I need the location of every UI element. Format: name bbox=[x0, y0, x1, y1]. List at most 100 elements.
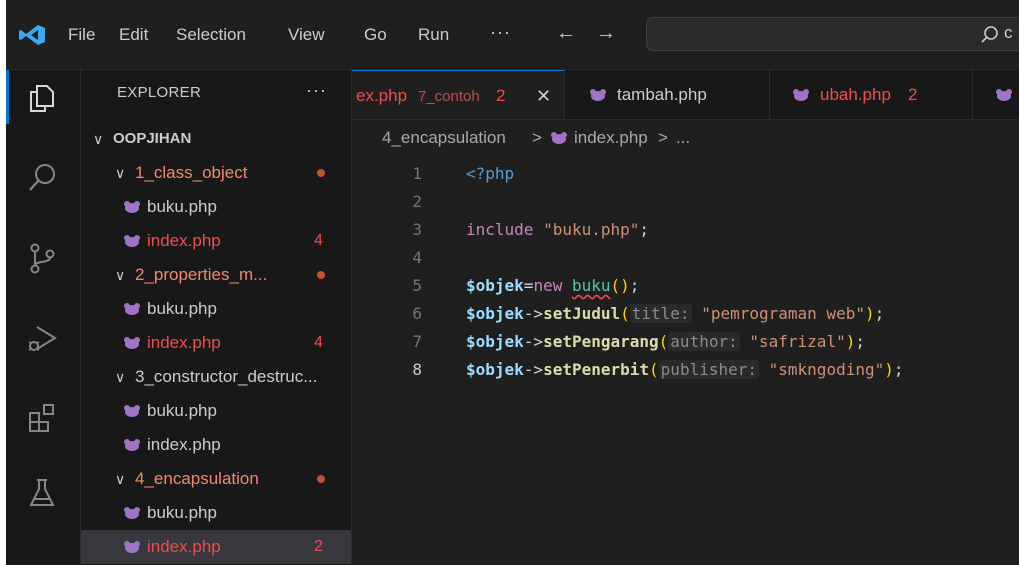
forward-arrow-icon[interactable]: → bbox=[596, 22, 616, 45]
problem-count-badge: 2 bbox=[314, 538, 323, 555]
extensions-icon bbox=[29, 404, 54, 432]
tab-tambah-php[interactable]: tambah.php bbox=[565, 70, 770, 119]
code-line[interactable]: $objek=new buku(); bbox=[466, 272, 639, 300]
tab-index-php[interactable]: ex.php 7_contoh 2 ✕ bbox=[352, 70, 565, 119]
chevron-down-icon: ∨ bbox=[115, 471, 126, 487]
folder-row[interactable]: ∨ 2_properties_m... bbox=[81, 258, 351, 292]
run-debug-icon bbox=[28, 326, 57, 351]
code-token: ; bbox=[629, 276, 640, 295]
code-token: setPengarang bbox=[543, 332, 659, 351]
file-label: buku.php bbox=[147, 503, 217, 522]
modified-dot-icon bbox=[317, 169, 325, 177]
close-icon[interactable]: ✕ bbox=[536, 71, 551, 119]
vscode-window: File Edit Selection View Go Run ··· ← → … bbox=[6, 0, 1019, 565]
code-line[interactable]: $objek->setPengarang(author: "safrizal")… bbox=[466, 328, 865, 356]
code-token: ) bbox=[884, 360, 894, 379]
code-token: $objek bbox=[466, 304, 524, 323]
php-file-icon bbox=[124, 235, 140, 247]
command-center-search[interactable]: c bbox=[646, 17, 1019, 51]
file-label: buku.php bbox=[147, 401, 217, 420]
chevron-down-icon: ∨ bbox=[93, 131, 104, 147]
folder-row[interactable]: ∨ 1_class_object bbox=[81, 156, 351, 190]
code-token: ; bbox=[639, 220, 650, 239]
file-row[interactable]: index.php 4 bbox=[81, 326, 351, 360]
modified-dot-icon bbox=[317, 271, 325, 279]
code-token: -> bbox=[523, 332, 544, 351]
code-line[interactable]: $objek->setPenerbit(publisher: "smkngodi… bbox=[466, 356, 904, 384]
workspace-root-label: OOPJIHAN bbox=[113, 130, 192, 147]
menu-selection[interactable]: Selection bbox=[176, 24, 246, 46]
problem-count-badge: 4 bbox=[314, 334, 323, 351]
tab-overflow[interactable] bbox=[973, 70, 1019, 119]
search-icon bbox=[981, 26, 998, 43]
chevron-down-icon: ∨ bbox=[115, 369, 126, 385]
line-number: 7 bbox=[412, 332, 422, 351]
code-token: ( bbox=[658, 332, 669, 351]
line-number: 6 bbox=[412, 304, 422, 323]
code-token: ( bbox=[649, 360, 659, 379]
back-arrow-icon[interactable]: ← bbox=[556, 22, 576, 45]
menu-edit[interactable]: Edit bbox=[119, 24, 148, 46]
breadcrumb-file[interactable]: index.php bbox=[574, 125, 648, 151]
folder-row[interactable]: ∨ 4_encapsulation bbox=[81, 462, 351, 496]
file-label: index.php bbox=[147, 435, 221, 454]
editor-tabs: ex.php 7_contoh 2 ✕ tambah.php ubah.php … bbox=[352, 70, 1019, 120]
menu-run[interactable]: Run bbox=[418, 24, 449, 46]
breadcrumb-folder[interactable]: 4_encapsulation bbox=[382, 125, 506, 151]
explorer-icon bbox=[30, 85, 54, 112]
more-menu-button[interactable]: ··· bbox=[490, 22, 511, 43]
explorer-activity[interactable] bbox=[6, 70, 81, 124]
file-label: buku.php bbox=[147, 197, 217, 216]
code-line[interactable]: include "buku.php"; bbox=[466, 216, 649, 244]
tab-problem-count: 2 bbox=[496, 86, 506, 105]
file-row[interactable]: index.php bbox=[81, 428, 351, 462]
menu-file[interactable]: File bbox=[68, 24, 95, 46]
source-control-activity[interactable] bbox=[6, 230, 81, 284]
code-token: "pemrograman web" bbox=[701, 304, 865, 323]
php-file-icon bbox=[124, 201, 140, 213]
explorer-more-button[interactable]: ··· bbox=[306, 80, 327, 101]
code-token: -> bbox=[523, 360, 544, 379]
php-file-icon bbox=[124, 337, 140, 349]
run-debug-activity[interactable] bbox=[6, 310, 81, 364]
file-row[interactable]: buku.php bbox=[81, 496, 351, 530]
code-token: $objek bbox=[466, 332, 524, 351]
code-token: "smkngoding" bbox=[768, 360, 885, 379]
code-token: ; bbox=[893, 360, 904, 379]
code-line[interactable]: $objek->setJudul(title: "pemrograman web… bbox=[466, 300, 884, 328]
breadcrumb-separator: > bbox=[532, 128, 542, 147]
menu-view[interactable]: View bbox=[288, 24, 325, 46]
file-label: index.php bbox=[147, 333, 221, 352]
code-token: ) bbox=[845, 332, 856, 351]
tab-label: ubah.php bbox=[820, 85, 891, 104]
folder-row[interactable]: ∨ 3_constructor_destruc... bbox=[81, 360, 351, 394]
file-row-selected[interactable]: index.php 2 bbox=[81, 530, 351, 564]
code-token: $objek bbox=[466, 276, 524, 295]
tab-problem-count: 2 bbox=[908, 85, 918, 104]
file-row[interactable]: index.php 4 bbox=[81, 224, 351, 258]
tab-ubah-php[interactable]: ubah.php 2 bbox=[770, 70, 973, 119]
line-number: 2 bbox=[412, 192, 422, 211]
testing-activity[interactable] bbox=[6, 465, 81, 519]
code-token: include bbox=[466, 220, 534, 239]
file-row[interactable]: buku.php bbox=[81, 394, 351, 428]
folder-label: 4_encapsulation bbox=[135, 469, 259, 488]
workspace-root[interactable]: ∨ OOPJIHAN bbox=[81, 122, 351, 156]
chevron-down-icon: ∨ bbox=[115, 267, 126, 283]
inlay-hint: publisher: bbox=[658, 360, 759, 379]
breadcrumb-tail[interactable]: ... bbox=[676, 125, 690, 151]
menu-go[interactable]: Go bbox=[364, 24, 387, 46]
code-line[interactable]: <?php bbox=[466, 160, 514, 188]
source-control-icon bbox=[30, 243, 55, 274]
search-activity[interactable] bbox=[6, 150, 81, 204]
file-row[interactable]: buku.php bbox=[81, 292, 351, 326]
chevron-down-icon: ∨ bbox=[115, 165, 126, 181]
explorer-sidebar: EXPLORER ··· ∨ OOPJIHAN ∨ 1_class_object… bbox=[81, 70, 352, 565]
code-token: new bbox=[533, 276, 563, 295]
file-row[interactable]: buku.php bbox=[81, 190, 351, 224]
folder-label: 1_class_object bbox=[135, 163, 248, 182]
extensions-activity[interactable] bbox=[6, 390, 81, 444]
php-file-icon bbox=[124, 303, 140, 315]
